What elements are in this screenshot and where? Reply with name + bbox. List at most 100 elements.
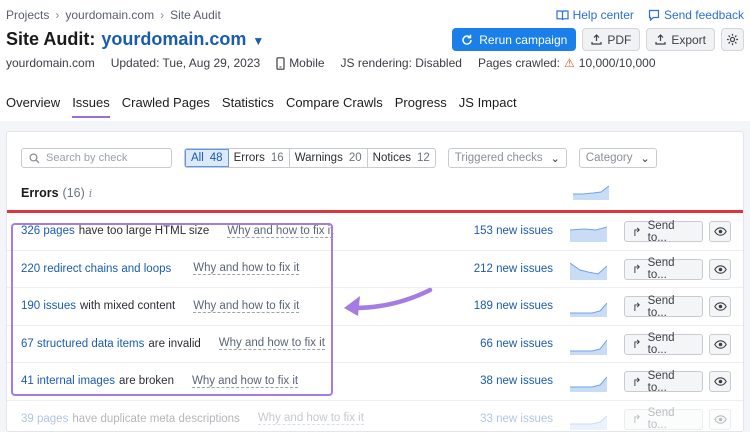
issue-link[interactable]: 67 structured data items xyxy=(21,338,144,350)
warning-icon: ⚠ xyxy=(564,56,575,70)
chevron-down-icon: ⌄ xyxy=(550,152,560,165)
search-icon xyxy=(29,152,40,163)
eye-icon xyxy=(713,414,727,424)
meta-js: JS rendering: Disabled xyxy=(340,56,462,70)
filter-all[interactable]: All 48 xyxy=(185,149,229,167)
errors-heading: Errors (16) i xyxy=(21,186,92,200)
issue-row: 67 structured data items are invalid Why… xyxy=(7,326,743,363)
tab-js-impact[interactable]: JS Impact xyxy=(459,95,517,118)
domain-selector[interactable]: yourdomain.com xyxy=(101,29,246,50)
issue-text: are broken xyxy=(118,375,174,388)
search-placeholder: Search by check xyxy=(46,152,128,164)
chevron-right-icon: › xyxy=(160,8,165,22)
send-to-label: Send to... xyxy=(647,219,675,244)
help-center-link[interactable]: Help center xyxy=(555,8,634,22)
info-icon[interactable]: i xyxy=(89,187,93,200)
why-how-fix-link[interactable]: Why and how to fix it xyxy=(218,337,325,351)
triggered-checks-dropdown[interactable]: Triggered checks ⌄ xyxy=(447,148,567,168)
pdf-label: PDF xyxy=(607,32,632,47)
upload-icon xyxy=(655,34,666,45)
issue-row: 41 internal images are broken Why and ho… xyxy=(7,363,743,401)
send-to-button[interactable]: ↱ Send to... xyxy=(624,257,703,281)
issue-link[interactable]: 326 pages xyxy=(21,225,75,237)
send-feedback-link[interactable]: Send feedback xyxy=(648,8,744,22)
hide-issue-button[interactable] xyxy=(709,296,731,317)
hide-issue-button[interactable] xyxy=(709,408,731,430)
share-arrow-icon: ↱ xyxy=(632,376,642,389)
why-how-fix-link[interactable]: Why and how to fix it xyxy=(193,262,300,276)
send-to-button[interactable]: ↱ Send to... xyxy=(624,295,703,319)
rerun-campaign-button[interactable]: Rerun campaign xyxy=(452,28,577,51)
hide-issue-button[interactable] xyxy=(709,371,731,392)
pdf-button[interactable]: PDF xyxy=(582,28,641,51)
gear-icon xyxy=(726,33,739,46)
filter-warnings[interactable]: Warnings 20 xyxy=(290,149,368,167)
hide-issue-button[interactable] xyxy=(709,333,731,355)
new-issues-link[interactable]: 33 new issues xyxy=(480,413,553,425)
chevron-down-icon[interactable]: ▼ xyxy=(252,34,264,48)
issue-link[interactable]: 220 redirect chains and loops xyxy=(21,263,171,275)
breadcrumb-projects[interactable]: Projects xyxy=(6,8,49,22)
issue-text: with mixed content xyxy=(79,300,176,313)
send-to-label: Send to... xyxy=(647,407,675,431)
issue-sparkline xyxy=(570,302,607,317)
chevron-down-icon: ⌄ xyxy=(640,152,650,165)
share-arrow-icon: ↱ xyxy=(632,339,642,351)
filter-errors-label: Errors xyxy=(233,152,265,164)
breadcrumb-domain[interactable]: yourdomain.com xyxy=(65,8,154,22)
tab-overview[interactable]: Overview xyxy=(6,95,60,118)
why-how-fix-link[interactable]: Why and how to fix it xyxy=(227,225,334,238)
export-button[interactable]: Export xyxy=(646,28,715,51)
issue-sparkline xyxy=(570,262,607,280)
filter-errors[interactable]: Errors 16 xyxy=(229,149,290,167)
settings-button[interactable] xyxy=(721,28,744,51)
send-to-button[interactable]: ↱ Send to... xyxy=(624,407,703,431)
why-how-fix-link[interactable]: Why and how to fix it xyxy=(193,300,300,313)
filter-bar: Search by check All 48 Errors 16 Warnings 2… xyxy=(21,148,657,168)
new-issues-link[interactable]: 38 new issues xyxy=(480,375,553,387)
share-arrow-icon: ↱ xyxy=(632,301,642,314)
meta-device-label: Mobile xyxy=(289,56,325,70)
send-to-button[interactable]: ↱ Send to... xyxy=(624,370,703,394)
meta-crawled: Pages crawled: ⚠ 10,000/10,000 xyxy=(478,56,656,70)
tab-progress[interactable]: Progress xyxy=(395,95,447,118)
errors-count: (16) xyxy=(62,186,85,200)
hide-issue-button[interactable] xyxy=(709,221,731,242)
eye-icon xyxy=(713,302,727,311)
why-how-fix-link[interactable]: Why and how to fix it xyxy=(191,375,299,388)
new-issues-link[interactable]: 189 new issues xyxy=(474,300,553,312)
issue-row: 326 pages have too large HTML size Why a… xyxy=(7,213,743,251)
new-issues-link[interactable]: 66 new issues xyxy=(480,338,553,350)
tab-compare-crawls[interactable]: Compare Crawls xyxy=(286,95,383,118)
hide-issue-button[interactable] xyxy=(709,258,731,280)
issue-text: are invalid xyxy=(148,337,201,350)
filter-notices[interactable]: Notices 12 xyxy=(368,149,435,167)
issue-sparkline xyxy=(570,415,607,430)
eye-icon xyxy=(713,339,727,349)
tab-issues[interactable]: Issues xyxy=(72,95,110,118)
issue-sparkline xyxy=(570,339,607,355)
filter-errors-count: 16 xyxy=(270,152,284,164)
category-dropdown[interactable]: Category ⌄ xyxy=(578,148,657,168)
search-input[interactable]: Search by check xyxy=(21,148,172,168)
new-issues-link[interactable]: 212 new issues xyxy=(474,263,553,275)
eye-icon xyxy=(713,264,727,274)
filter-warnings-count: 20 xyxy=(348,152,362,164)
tab-statistics[interactable]: Statistics xyxy=(222,95,274,118)
share-arrow-icon: ↱ xyxy=(632,226,642,239)
send-to-button[interactable]: ↱ Send to... xyxy=(624,219,703,244)
issue-description: 41 internal images are broken Why and ho… xyxy=(21,375,299,388)
tab-crawled-pages[interactable]: Crawled Pages xyxy=(122,95,210,118)
breadcrumb-current: Site Audit xyxy=(170,8,221,22)
eye-icon xyxy=(713,377,727,386)
why-how-fix-link[interactable]: Why and how to fix it xyxy=(257,412,364,426)
send-to-button[interactable]: ↱ Send to... xyxy=(624,332,703,356)
new-issues-link[interactable]: 153 new issues xyxy=(474,225,553,237)
issue-link[interactable]: 39 pages xyxy=(21,413,68,425)
header-actions: Rerun campaign PDF Export xyxy=(452,28,744,51)
issue-link[interactable]: 190 issues xyxy=(21,300,76,312)
issue-row: 39 pages have duplicate meta description… xyxy=(7,401,743,431)
meta-domain: yourdomain.com xyxy=(6,56,95,70)
meta-device: Mobile xyxy=(276,56,325,70)
issue-link[interactable]: 41 internal images xyxy=(21,375,115,387)
